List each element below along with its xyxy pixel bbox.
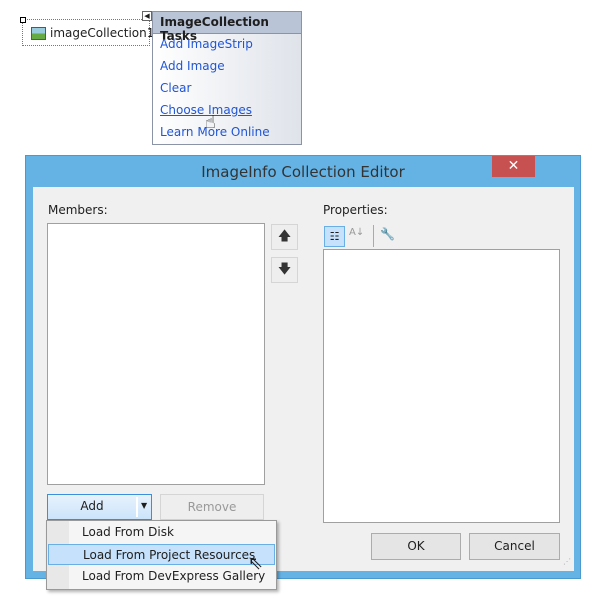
alphabetical-icon[interactable]: A↓ — [349, 227, 364, 238]
menu-item-load-from-project-resources[interactable]: Load From Project Resources — [48, 544, 275, 565]
move-up-button[interactable]: 🡅 — [271, 224, 298, 250]
dropdown-arrow-icon[interactable]: ▼ — [141, 501, 147, 510]
resize-grip-icon[interactable]: ⋰ — [563, 557, 571, 566]
cancel-button[interactable]: Cancel — [469, 533, 560, 560]
add-image-link[interactable]: Add Image — [160, 59, 225, 73]
toolbar-divider — [373, 225, 374, 247]
add-button[interactable]: Add — [48, 499, 136, 513]
add-imagestrip-link[interactable]: Add ImageStrip — [160, 37, 253, 51]
property-grid[interactable] — [323, 249, 560, 523]
add-split-button[interactable]: Add ▼ — [47, 494, 152, 520]
split-divider — [136, 497, 138, 517]
close-button[interactable]: ✕ — [492, 156, 535, 177]
move-down-button[interactable]: 🡇 — [271, 257, 298, 283]
image-collection-component[interactable]: imageCollection1 — [20, 17, 154, 46]
clear-link[interactable]: Clear — [160, 81, 191, 95]
component-label: imageCollection1 — [50, 26, 155, 40]
smart-tag-icon[interactable]: ◀ — [142, 11, 152, 21]
tasks-title: ImageCollection Tasks — [153, 12, 301, 43]
image-collection-icon — [31, 27, 46, 40]
property-pages-icon[interactable]: 🔧 — [380, 227, 395, 241]
collection-editor-dialog: ImageInfo Collection Editor ? ✕ Members:… — [25, 155, 581, 579]
selection-handle[interactable] — [20, 17, 26, 23]
members-list[interactable] — [47, 223, 265, 485]
remove-button[interactable]: Remove — [160, 494, 264, 520]
tasks-panel: ImageCollection Tasks Add ImageStrip Add… — [152, 11, 302, 145]
members-label: Members: — [48, 203, 108, 217]
menu-item-load-from-disk[interactable]: Load From Disk — [48, 522, 275, 543]
dialog-client: Members: 🡅 🡇 Properties: ☷ A↓ 🔧 Add ▼ Re… — [33, 187, 574, 571]
add-dropdown-menu: Load From Disk Load From Project Resourc… — [46, 520, 277, 590]
hand-cursor-icon: ☝ — [205, 112, 216, 133]
menu-item-load-from-devexpress-gallery[interactable]: Load From DevExpress Gallery — [48, 566, 275, 587]
properties-label: Properties: — [323, 203, 388, 217]
categorized-icon[interactable]: ☷ — [324, 226, 345, 247]
arrow-cursor-icon: ⇖ — [248, 553, 264, 574]
ok-button[interactable]: OK — [371, 533, 461, 560]
